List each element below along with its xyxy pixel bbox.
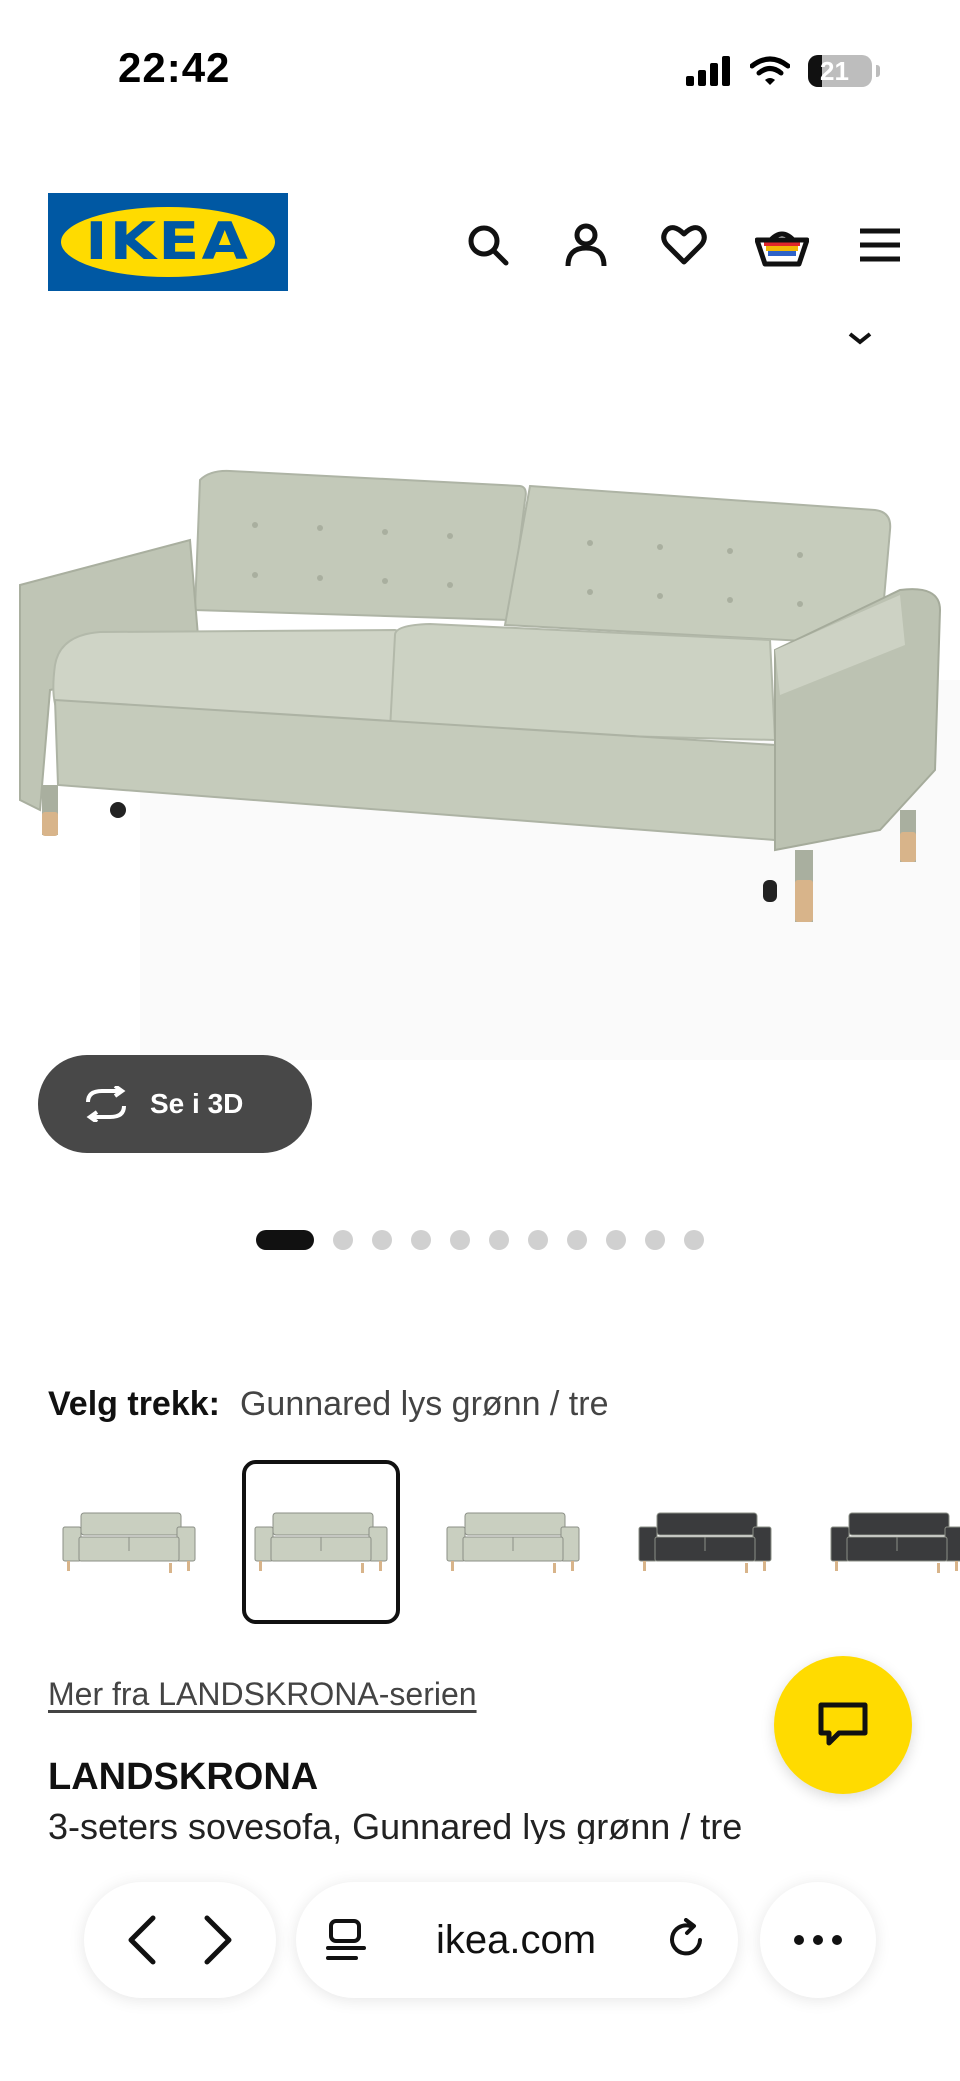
carousel-dot[interactable] — [333, 1230, 353, 1250]
wifi-icon — [750, 56, 790, 85]
logo-text: IKEA — [85, 212, 251, 272]
product-image[interactable] — [0, 440, 960, 1060]
variant-swatches — [50, 1460, 960, 1630]
chat-button[interactable] — [774, 1656, 912, 1794]
address-bar[interactable]: ikea.com — [296, 1882, 738, 1998]
sofa-thumbnail — [638, 1512, 772, 1573]
forward-icon[interactable] — [201, 1914, 235, 1966]
variant-swatch[interactable] — [818, 1460, 960, 1624]
view-3d-label: Se i 3D — [150, 1088, 244, 1119]
carousel-dot[interactable] — [528, 1230, 548, 1250]
view-3d-button[interactable]: Se i 3D — [38, 1055, 312, 1153]
carousel-dot[interactable] — [606, 1230, 626, 1250]
chevron-down-icon[interactable] — [848, 330, 872, 346]
variant-selector: Velg trekk: Gunnared lys grønn / tre — [48, 1385, 609, 1424]
carousel-dot[interactable] — [645, 1230, 665, 1250]
variant-swatch[interactable] — [626, 1460, 784, 1624]
more-icon — [794, 1935, 842, 1945]
variant-value: Gunnared lys grønn / tre — [239, 1385, 609, 1423]
status-icons: 21 — [686, 50, 880, 92]
sofa-thumbnail — [254, 1512, 388, 1573]
variant-swatch[interactable] — [50, 1460, 208, 1624]
rotate-3d-icon — [86, 1086, 126, 1122]
header-actions — [460, 217, 908, 273]
series-link[interactable]: Mer fra LANDSKRONA-serien — [48, 1676, 477, 1713]
carousel-dot[interactable] — [372, 1230, 392, 1250]
reload-icon[interactable] — [666, 1918, 708, 1962]
variant-swatch[interactable] — [434, 1460, 592, 1624]
product-description: 3-seters sovesofa, Gunnared lys grønn / … — [48, 1806, 743, 1844]
signal-icon — [686, 56, 730, 86]
account-icon[interactable] — [558, 217, 614, 273]
back-icon[interactable] — [125, 1914, 159, 1966]
reader-icon[interactable] — [326, 1918, 366, 1962]
search-icon[interactable] — [460, 217, 516, 273]
status-time: 22:42 — [118, 44, 231, 91]
carousel-dots — [256, 1230, 704, 1250]
sofa-thumbnail — [62, 1512, 196, 1573]
more-button[interactable] — [760, 1882, 876, 1998]
heart-icon[interactable] — [656, 217, 712, 273]
carousel-dot[interactable] — [684, 1230, 704, 1250]
carousel-dot[interactable] — [450, 1230, 470, 1250]
carousel-dot[interactable] — [567, 1230, 587, 1250]
browser-nav — [84, 1882, 276, 1998]
browser-toolbar: ikea.com — [0, 1846, 960, 2081]
sofa-thumbnail — [446, 1512, 580, 1573]
carousel-dot[interactable] — [489, 1230, 509, 1250]
product-name: LANDSKRONA — [48, 1756, 319, 1798]
carousel-dot[interactable] — [411, 1230, 431, 1250]
battery-icon: 21 — [808, 55, 872, 87]
chat-icon — [818, 1702, 868, 1746]
ikea-logo[interactable]: IKEA — [48, 193, 288, 291]
site-header: IKEA — [0, 175, 960, 315]
battery-level: 21 — [820, 55, 849, 86]
menu-icon[interactable] — [852, 217, 908, 273]
status-bar: 22:42 21 — [0, 0, 960, 140]
variant-swatch[interactable] — [242, 1460, 400, 1624]
variant-label: Velg trekk: — [48, 1385, 220, 1423]
sofa-thumbnail — [830, 1512, 960, 1573]
carousel-dot[interactable] — [256, 1230, 314, 1250]
url-text: ikea.com — [435, 1917, 597, 1962]
cart-icon[interactable] — [754, 217, 810, 273]
